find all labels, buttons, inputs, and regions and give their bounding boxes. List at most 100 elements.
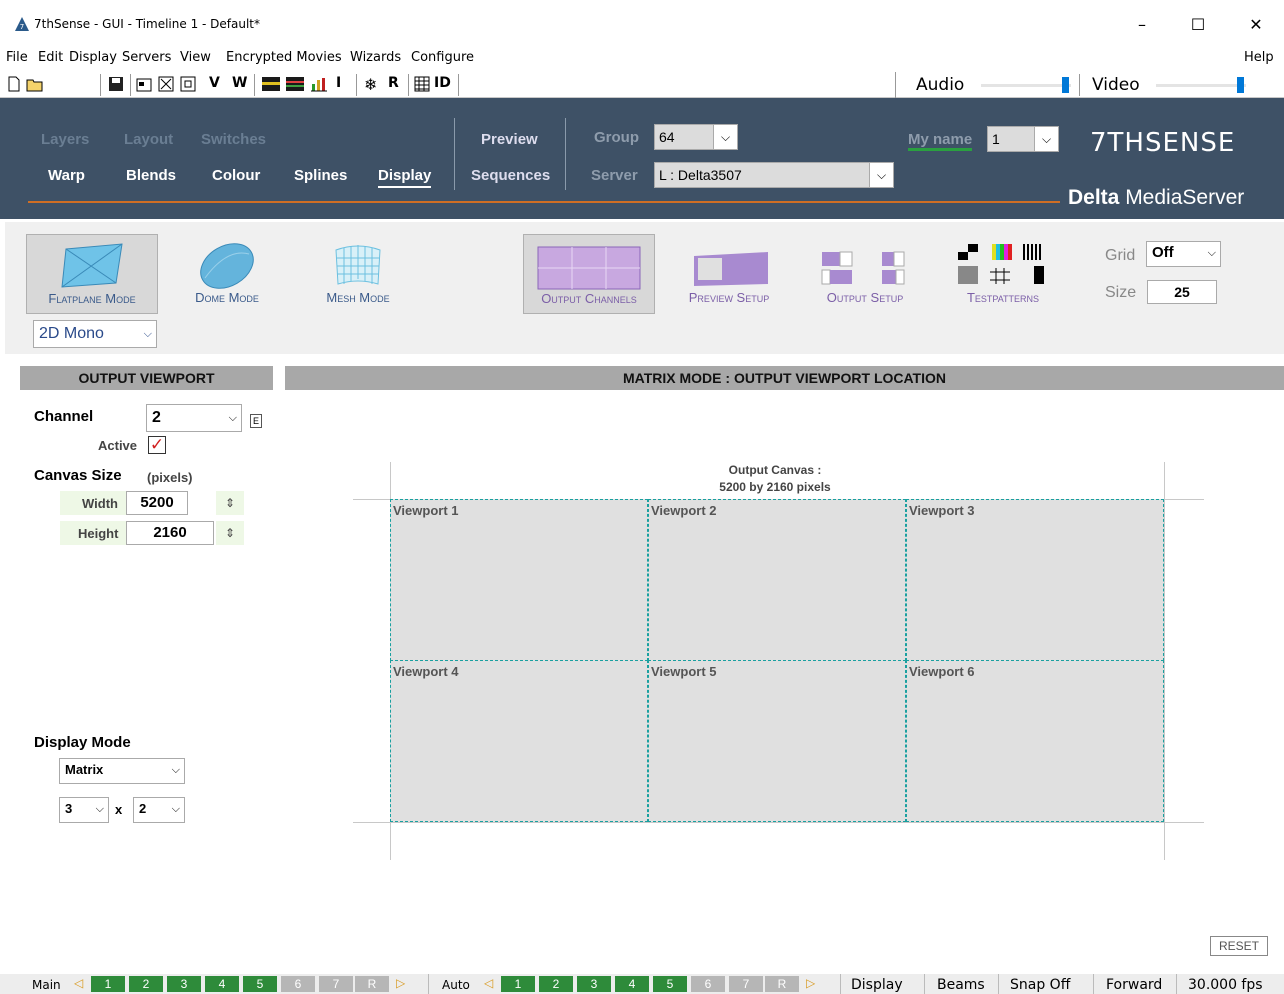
main-cue-4[interactable]: 4 xyxy=(205,976,239,992)
auto-next-icon[interactable]: ▷ xyxy=(806,976,815,990)
id-button[interactable]: ID xyxy=(434,75,451,91)
auto-cue-1[interactable]: 1 xyxy=(501,976,535,992)
menu-file[interactable]: File xyxy=(6,50,28,65)
menu-view[interactable]: View xyxy=(180,50,211,65)
viewport-3[interactable]: Viewport 3 xyxy=(906,499,1164,661)
viewport-4[interactable]: Viewport 4 xyxy=(390,660,648,822)
main-prev-icon[interactable]: ◁ xyxy=(74,976,83,990)
display-status[interactable]: Display xyxy=(851,977,903,993)
menu-encrypted-movies[interactable]: Encrypted Movies xyxy=(226,50,342,65)
main-cue-5[interactable]: 5 xyxy=(243,976,277,992)
channel-select[interactable]: 2 ⌵ xyxy=(146,404,242,432)
audio-slider-knob[interactable] xyxy=(1062,77,1070,93)
testpatterns-button[interactable]: Testpatterns xyxy=(945,234,1061,314)
new-file-icon[interactable] xyxy=(6,76,22,92)
flatplane-mode-button[interactable]: Flatplane Mode xyxy=(26,234,158,314)
reset-button[interactable]: RESET xyxy=(1210,936,1268,956)
main-cue-r[interactable]: R xyxy=(355,976,389,992)
r-button[interactable]: R xyxy=(388,75,399,91)
display-mode-select[interactable]: Matrix ⌵ xyxy=(59,758,185,784)
menu-wizards[interactable]: Wizards xyxy=(350,50,401,65)
main-cue-2[interactable]: 2 xyxy=(129,976,163,992)
width-input[interactable]: 5200 xyxy=(126,491,188,515)
main-cue-7[interactable]: 7 xyxy=(319,976,353,992)
beams-status[interactable]: Beams xyxy=(937,977,985,993)
nav-colour[interactable]: Colour xyxy=(212,167,260,184)
matrix-cols-select[interactable]: 3 ⌵ xyxy=(59,797,109,823)
fullscreen-icon[interactable] xyxy=(180,76,196,92)
dome-icon xyxy=(200,243,254,289)
auto-cue-7[interactable]: 7 xyxy=(729,976,763,992)
nav-splines[interactable]: Splines xyxy=(294,167,347,184)
viewport-5[interactable]: Viewport 5 xyxy=(648,660,906,822)
main-cue-1[interactable]: 1 xyxy=(91,976,125,992)
output-setup-button[interactable]: Output Setup xyxy=(805,234,925,314)
nav-switches[interactable]: Switches xyxy=(201,131,266,148)
server-select[interactable]: L : Delta3507 ⌵ xyxy=(654,162,894,188)
viewport-6[interactable]: Viewport 6 xyxy=(906,660,1164,822)
main-cue-3[interactable]: 3 xyxy=(167,976,201,992)
close-button[interactable]: ✕ xyxy=(1234,10,1278,40)
nav-layers[interactable]: Layers xyxy=(41,131,89,148)
menu-edit[interactable]: Edit xyxy=(38,50,63,65)
forward-status[interactable]: Forward xyxy=(1106,977,1162,993)
nav-blends[interactable]: Blends xyxy=(126,167,176,184)
grid-select[interactable]: Off ⌵ xyxy=(1146,241,1221,267)
menu-display[interactable]: Display xyxy=(69,50,117,65)
stereo-mode-select[interactable]: 2D Mono ⌵ xyxy=(33,320,157,348)
i-button[interactable]: I xyxy=(336,75,341,91)
menu-help[interactable]: Help xyxy=(1244,50,1274,65)
layer-bars-icon[interactable] xyxy=(262,77,280,91)
w-button[interactable]: W xyxy=(232,75,247,91)
grid-icon[interactable] xyxy=(414,76,430,92)
chevron-down-icon: ⌵ xyxy=(143,328,152,340)
snap-status[interactable]: Snap Off xyxy=(1010,977,1070,993)
minimize-button[interactable]: – xyxy=(1120,10,1164,40)
nav-display[interactable]: Display xyxy=(378,167,432,188)
chart-icon[interactable] xyxy=(310,76,328,92)
auto-cue-5[interactable]: 5 xyxy=(653,976,687,992)
mesh-mode-button[interactable]: Mesh Mode xyxy=(305,234,411,314)
nav-sequences[interactable]: Sequences xyxy=(471,167,550,184)
maximize-button[interactable]: ☐ xyxy=(1176,10,1220,40)
height-input[interactable]: 2160 xyxy=(126,521,214,545)
output-channels-button[interactable]: Output Channels xyxy=(523,234,655,314)
main-cue-6[interactable]: 6 xyxy=(281,976,315,992)
height-spinner[interactable]: ⇕ xyxy=(216,521,244,545)
auto-cue-3[interactable]: 3 xyxy=(577,976,611,992)
layer-stack-icon[interactable] xyxy=(286,77,304,91)
size-input[interactable]: 25 xyxy=(1147,280,1217,304)
my-name-select[interactable]: 1 ⌵ xyxy=(987,126,1059,152)
auto-cue-r[interactable]: R xyxy=(765,976,799,992)
group-select[interactable]: 64 ⌵ xyxy=(654,124,738,150)
main-next-icon[interactable]: ▷ xyxy=(396,976,405,990)
viewport-1[interactable]: Viewport 1 xyxy=(390,499,648,661)
auto-cue-6[interactable]: 6 xyxy=(691,976,725,992)
v-button[interactable]: V xyxy=(209,75,220,91)
active-checkbox[interactable]: ✓ xyxy=(148,436,166,454)
video-slider-knob[interactable] xyxy=(1237,77,1245,93)
fit-icon[interactable] xyxy=(158,76,174,92)
chevron-down-icon: ⌵ xyxy=(171,764,180,776)
open-folder-icon[interactable] xyxy=(26,76,44,92)
auto-cue-4[interactable]: 4 xyxy=(615,976,649,992)
channel-edit-button[interactable]: E xyxy=(250,414,262,428)
preview-setup-button[interactable]: Preview Setup xyxy=(673,234,785,314)
properties-icon[interactable] xyxy=(136,76,152,92)
matrix-rows-select[interactable]: 2 ⌵ xyxy=(133,797,185,823)
menu-configure[interactable]: Configure xyxy=(411,50,474,65)
menu-servers[interactable]: Servers xyxy=(122,50,171,65)
width-spinner[interactable]: ⇕ xyxy=(216,491,244,515)
snowflake-icon[interactable]: ❄ xyxy=(364,75,377,94)
group-label: Group xyxy=(594,129,639,146)
auto-cue-2[interactable]: 2 xyxy=(539,976,573,992)
auto-prev-icon[interactable]: ◁ xyxy=(484,976,493,990)
viewport-2[interactable]: Viewport 2 xyxy=(648,499,906,661)
save-icon[interactable] xyxy=(108,76,124,92)
nav-preview[interactable]: Preview xyxy=(481,131,538,148)
nav-layout[interactable]: Layout xyxy=(124,131,173,148)
nav-warp[interactable]: Warp xyxy=(48,167,85,184)
audio-slider[interactable] xyxy=(981,84,1071,87)
dome-mode-button[interactable]: Dome Mode xyxy=(175,234,279,314)
video-slider[interactable] xyxy=(1156,84,1246,87)
